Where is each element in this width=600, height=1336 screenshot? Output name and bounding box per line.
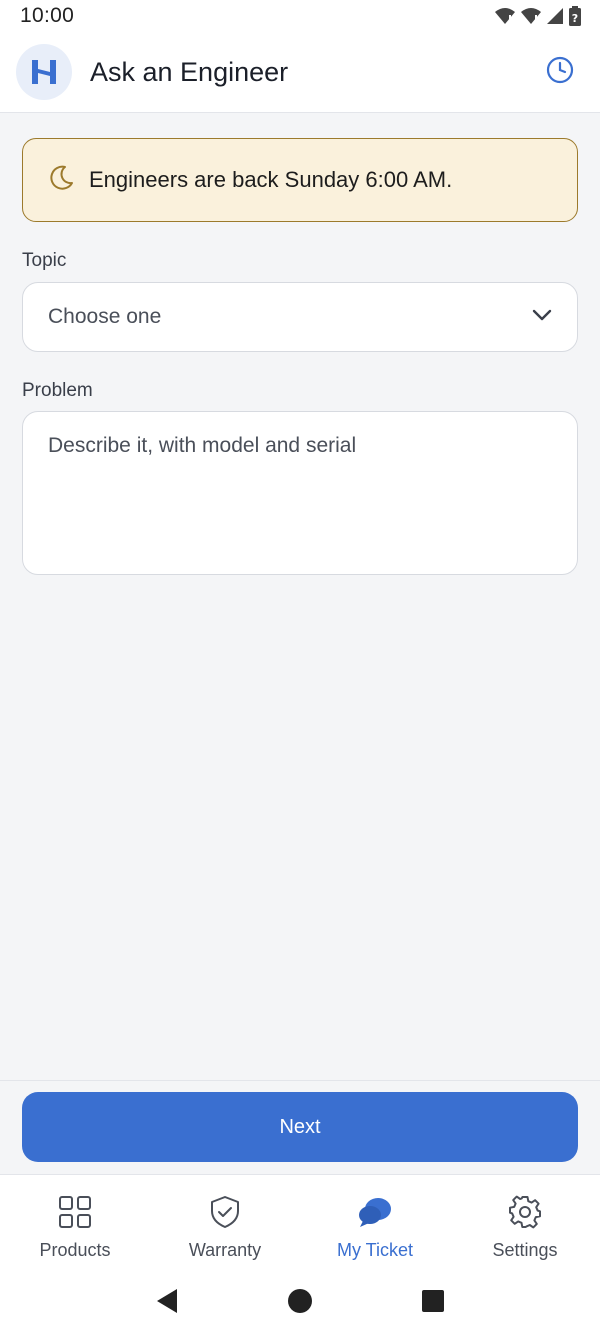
nav-item-products[interactable]: Products: [0, 1175, 150, 1270]
topic-select[interactable]: Choose one: [22, 282, 578, 352]
nav-item-my-ticket[interactable]: My Ticket: [300, 1175, 450, 1270]
status-time: 10:00: [20, 4, 75, 27]
shield-check-icon: [208, 1195, 242, 1234]
moon-icon: [47, 164, 75, 197]
home-button[interactable]: [270, 1278, 330, 1328]
svg-text:?: ?: [572, 12, 578, 25]
back-button[interactable]: [137, 1278, 197, 1328]
nav-item-warranty[interactable]: Warranty: [150, 1175, 300, 1270]
recents-button[interactable]: [403, 1278, 463, 1328]
next-button[interactable]: Next: [22, 1092, 578, 1162]
recents-square-icon: [421, 1289, 445, 1318]
signal-alert-icon: [520, 7, 542, 25]
problem-field[interactable]: [22, 411, 578, 575]
system-nav-bar: [0, 1270, 600, 1336]
grid-icon: [58, 1195, 92, 1234]
chat-bubbles-icon: [357, 1195, 393, 1234]
history-button[interactable]: [538, 50, 582, 94]
gear-icon: [508, 1195, 542, 1234]
topic-select-value: Choose one: [48, 305, 162, 328]
home-circle-icon: [287, 1288, 313, 1319]
bottom-nav: Products Warranty My Ticket Settings: [0, 1174, 600, 1270]
nav-label-settings: Settings: [492, 1240, 558, 1260]
app-bar: Ask an Engineer: [0, 32, 600, 113]
status-icons: ?: [494, 6, 582, 26]
clock-icon: [545, 55, 575, 90]
problem-label: Problem: [22, 380, 93, 401]
chevron-down-icon: [531, 308, 553, 327]
availability-notice: Engineers are back Sunday 6:00 AM.: [22, 138, 578, 222]
topic-label: Topic: [22, 250, 67, 271]
battery-alert-icon: ?: [568, 6, 582, 26]
page-title: Ask an Engineer: [90, 56, 289, 87]
back-triangle-icon: [155, 1288, 179, 1319]
brand-logo-icon: [16, 44, 72, 100]
status-bar: 10:00 ?: [0, 0, 600, 32]
problem-textarea[interactable]: [48, 434, 552, 552]
nav-label-warranty: Warranty: [188, 1240, 262, 1260]
nav-label-my-ticket: My Ticket: [336, 1240, 413, 1260]
nav-label-products: Products: [39, 1240, 111, 1260]
cell-signal-icon: [546, 7, 564, 25]
notice-text: Engineers are back Sunday 6:00 AM.: [89, 167, 453, 192]
wifi-alert-icon: [494, 7, 516, 25]
nav-item-settings[interactable]: Settings: [450, 1175, 600, 1270]
